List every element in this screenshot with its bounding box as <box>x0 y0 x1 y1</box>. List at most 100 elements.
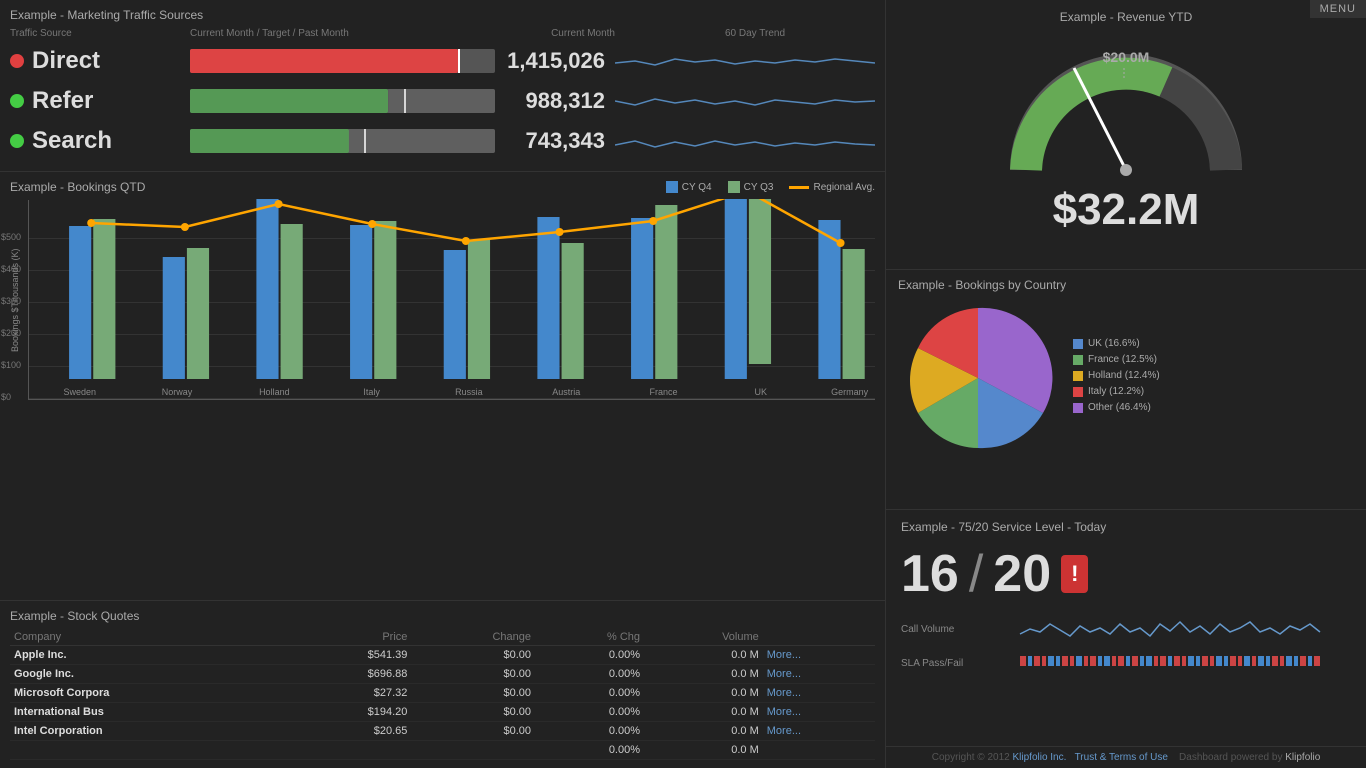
pie-label-4: Other (46.4%) <box>1088 402 1151 413</box>
stock-volume-4: 0.0 M <box>644 722 763 741</box>
stock-pct-4: 0.00% <box>535 722 644 741</box>
stock-more-1[interactable]: More... <box>763 665 875 684</box>
stock-price-3: $194.20 <box>285 703 412 722</box>
legend-cyq3-label: CY Q3 <box>744 182 774 193</box>
dot-direct <box>10 54 24 68</box>
stock-change-1: $0.00 <box>411 665 535 684</box>
sparkline-direct <box>615 43 875 79</box>
company-link[interactable]: Klipfolio Inc. <box>1012 752 1066 763</box>
stock-pct-3: 0.00% <box>535 703 644 722</box>
x-label-sweden: Sweden <box>63 387 96 397</box>
stock-price-2: $27.32 <box>285 684 412 703</box>
service-numbers: 16 / 20 ! <box>901 544 1351 604</box>
stock-change-3: $0.00 <box>411 703 535 722</box>
powered-by: Dashboard powered by <box>1179 752 1282 763</box>
callvol-label: Call Volume <box>901 624 981 635</box>
stock-row-2: Microsoft Corpora $27.32 $0.00 0.00% 0.0… <box>10 684 875 703</box>
stock-pct-0: 0.00% <box>535 646 644 665</box>
traffic-col4: 60 Day Trend <box>615 28 875 39</box>
pie-label-2: Holland (12.4%) <box>1088 370 1160 381</box>
stock-change-4: $0.00 <box>411 722 535 741</box>
pie-legend: UK (16.6%) France (12.5%) Holland (12.4%… <box>1058 338 1354 418</box>
stock-row-4: Intel Corporation $20.65 $0.00 0.00% 0.0… <box>10 722 875 741</box>
stock-row-1: Google Inc. $696.88 $0.00 0.00% 0.0 M Mo… <box>10 665 875 684</box>
stock-more-2[interactable]: More... <box>763 684 875 703</box>
brand-name: Klipfolio <box>1285 752 1320 763</box>
legend-cyq4-label: CY Q4 <box>682 182 712 193</box>
stock-company-5 <box>10 741 285 760</box>
stock-row-0: Apple Inc. $541.39 $0.00 0.00% 0.0 M Mor… <box>10 646 875 665</box>
service-row-callvol: Call Volume <box>901 614 1351 644</box>
stock-volume-5: 0.0 M <box>644 741 763 760</box>
stock-more-5 <box>763 741 875 760</box>
revenue-section: Example - Revenue YTD $20.0M $3 <box>886 0 1366 270</box>
service-row-sla: SLA Pass/Fail <box>901 648 1351 678</box>
traffic-header: Traffic Source Current Month / Target / … <box>10 28 875 39</box>
sla-label: SLA Pass/Fail <box>901 658 981 669</box>
pie-dot-1 <box>1073 355 1083 365</box>
legend-cyq4-box <box>666 181 678 193</box>
country-title: Example - Bookings by Country <box>898 278 1354 292</box>
x-label-austria: Austria <box>552 387 580 397</box>
service-section: Example - 75/20 Service Level - Today 16… <box>886 510 1366 768</box>
pie-legend-item-1: France (12.5%) <box>1073 354 1354 365</box>
stock-company-3: International Bus <box>10 703 285 722</box>
trust-link[interactable]: Trust & Terms of Use <box>1075 752 1168 763</box>
stock-company-0: Apple Inc. <box>10 646 285 665</box>
legend-cyq4: CY Q4 <box>666 181 712 193</box>
value-direct: 1,415,026 <box>505 48 605 74</box>
stock-row-5: 0.00% 0.0 M <box>10 741 875 760</box>
stock-volume-0: 0.0 M <box>644 646 763 665</box>
traffic-col3: Current Month <box>515 28 615 39</box>
dot-search <box>10 134 24 148</box>
service-num1: 16 <box>901 544 959 604</box>
copyright: Copyright © 2012 <box>932 752 1010 763</box>
value-search: 743,343 <box>505 128 605 154</box>
menu-bar[interactable]: MENU <box>1310 0 1366 18</box>
stock-more-0[interactable]: More... <box>763 646 875 665</box>
sparkline-search <box>615 123 875 159</box>
pie-label-1: France (12.5%) <box>1088 354 1157 365</box>
stock-company-1: Google Inc. <box>10 665 285 684</box>
stock-change-5 <box>411 741 535 760</box>
col-volume: Volume <box>644 629 763 646</box>
stock-price-0: $541.39 <box>285 646 412 665</box>
stock-more-3[interactable]: More... <box>763 703 875 722</box>
gauge-container: $20.0M <box>1006 40 1246 180</box>
chart-legend: CY Q4 CY Q3 Regional Avg. <box>666 181 875 193</box>
stock-change-0: $0.00 <box>411 646 535 665</box>
stock-volume-3: 0.0 M <box>644 703 763 722</box>
stock-row-3: International Bus $194.20 $0.00 0.00% 0.… <box>10 703 875 722</box>
pie-legend-item-2: Holland (12.4%) <box>1073 370 1354 381</box>
pie-chart <box>898 298 1058 458</box>
x-label-norway: Norway <box>162 387 193 397</box>
col-change: Change <box>411 629 535 646</box>
service-slash: / <box>969 544 983 604</box>
x-label-france: France <box>649 387 677 397</box>
country-section: Example - Bookings by Country <box>886 270 1366 510</box>
pie-legend-item-0: UK (16.6%) <box>1073 338 1354 349</box>
stock-change-2: $0.00 <box>411 684 535 703</box>
pie-legend-row: UK (16.6%) France (12.5%) Holland (12.4%… <box>898 298 1354 458</box>
legend-cyq3: CY Q3 <box>728 181 774 193</box>
alert-badge: ! <box>1061 555 1088 593</box>
stock-company-2: Microsoft Corpora <box>10 684 285 703</box>
value-refer: 988,312 <box>505 88 605 114</box>
legend-regional-line <box>789 186 809 189</box>
stock-more-4[interactable]: More... <box>763 722 875 741</box>
stock-pct-5: 0.00% <box>535 741 644 760</box>
bookings-section: Example - Bookings QTD CY Q4 CY Q3 Regio… <box>0 172 885 601</box>
revenue-actual: $32.2M <box>1053 185 1200 235</box>
pie-dot-4 <box>1073 403 1083 413</box>
bar-direct <box>190 49 495 73</box>
pie-legend-item-3: Italy (12.2%) <box>1073 386 1354 397</box>
service-num2: 20 <box>993 544 1051 604</box>
stock-pct-1: 0.00% <box>535 665 644 684</box>
bookings-title: Example - Bookings QTD <box>10 180 145 194</box>
service-title: Example - 75/20 Service Level - Today <box>901 520 1351 534</box>
col-pct: % Chg <box>535 629 644 646</box>
dot-refer <box>10 94 24 108</box>
stock-price-5 <box>285 741 412 760</box>
x-label-germany: Germany <box>831 387 868 397</box>
stock-pct-2: 0.00% <box>535 684 644 703</box>
